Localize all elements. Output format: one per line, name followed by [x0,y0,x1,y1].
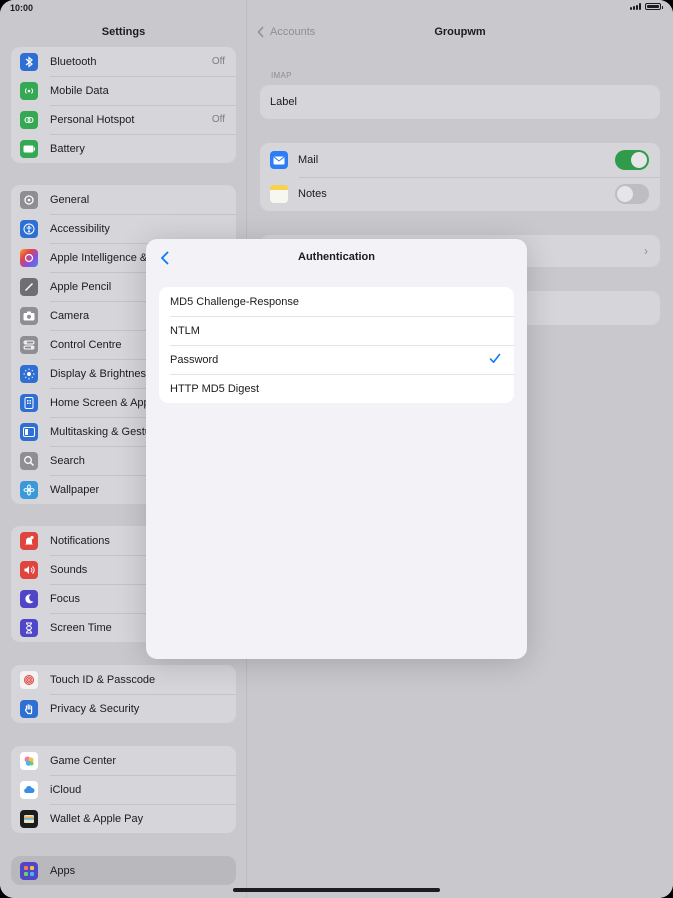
antenna-icon [20,81,38,100]
sidebar-item-label: Control Centre [50,338,122,351]
option-label: HTTP MD5 Digest [170,382,260,395]
sidebar-item-label: Camera [50,309,90,322]
sidebar-item-label: General [50,193,90,206]
sidebar-group-apps: Apps [11,856,236,885]
multitasking-icon [20,422,38,441]
wallet-icon [20,809,38,828]
sidebar-item-label: iCloud [50,783,82,796]
sidebar-item-battery[interactable]: Battery [11,134,236,163]
sidebar-title: Settings [101,26,146,38]
sidebar-item-label: Sounds [50,563,88,576]
ipad-screen: Settings Bluetooth Off Mobile Data Perso… [0,0,673,898]
option-label: MD5 Challenge-Response [170,295,300,308]
siri-icon [20,248,38,267]
option-label: Password [170,353,219,366]
section-header-imap: IMAP [271,71,292,80]
checkmark-icon [489,353,501,363]
authentication-options: MD5 Challenge-Response NTLM Password HTT… [159,287,514,403]
moon-icon [20,589,38,608]
speaker-icon [20,560,38,579]
sidebar-item-label: Notifications [50,534,110,547]
page-title: Groupwm [434,26,486,38]
notes-label: Notes [298,188,327,200]
search-icon [20,451,38,470]
sun-icon [20,364,38,383]
option-password[interactable]: Password [159,345,514,374]
sidebar-item-label: Search [50,454,85,467]
battery-status-icon [645,3,663,10]
sidebar-item-label: Display & Brightness [50,367,152,380]
label-group: Label [260,85,660,119]
mail-toggle[interactable] [615,150,649,170]
sidebar-group-services: Game Center iCloud Wallet & Apple Pay [11,746,236,833]
option-label: NTLM [170,324,200,337]
sidebar-item-label: Accessibility [50,222,110,235]
sidebar-item-mobile-data[interactable]: Mobile Data [11,76,236,105]
notes-icon [270,185,288,203]
accessibility-icon [20,219,38,238]
fingerprint-icon [20,670,38,689]
hourglass-icon [20,618,38,637]
sidebar-item-label: Wallet & Apple Pay [50,812,144,825]
sidebar-item-label: Apple Pencil [50,280,112,293]
sidebar-item-wallet[interactable]: Wallet & Apple Pay [11,804,236,833]
home-indicator[interactable] [233,888,440,892]
status-time: 10:00 [10,3,34,13]
mail-toggle-row: Mail [260,143,660,177]
camera-icon [20,306,38,325]
sidebar-item-personal-hotspot[interactable]: Personal Hotspot Off [11,105,236,134]
status-icons [630,3,663,10]
sidebar-item-label: Privacy & Security [50,702,140,715]
sidebar-item-general[interactable]: General [11,185,236,214]
label-row-text: Label [270,96,297,108]
wallpaper-icon [20,480,38,499]
apps-grid-icon [20,861,38,880]
control-centre-icon [20,335,38,354]
sidebar-item-touch-id[interactable]: Touch ID & Passcode [11,665,236,694]
sidebar-item-label: Game Center [50,754,117,767]
sidebar-item-label: Mobile Data [50,84,109,97]
pencil-icon [20,277,38,296]
bluetooth-icon [20,52,38,71]
sidebar-item-label: Personal Hotspot [50,113,135,126]
bluetooth-status: Off [211,56,225,67]
sidebar-item-game-center[interactable]: Game Center [11,746,236,775]
sidebar-item-label: Screen Time [50,621,112,634]
modal-title: Authentication [298,251,375,263]
sidebar-group-security: Touch ID & Passcode Privacy & Security [11,665,236,723]
sidebar-group-connectivity: Bluetooth Off Mobile Data Personal Hotsp… [11,47,236,163]
sidebar-item-label: Bluetooth [50,55,97,68]
option-ntlm[interactable]: NTLM [159,316,514,345]
hotspot-icon [20,110,38,129]
hand-icon [20,699,38,718]
sidebar-item-label: Wallpaper [50,483,100,496]
mail-label: Mail [298,154,319,166]
sidebar-item-label: Battery [50,142,85,155]
cloud-icon [20,780,38,799]
cellular-signal-icon [630,3,641,10]
bell-icon [20,531,38,550]
sidebar-item-label: Apps [50,864,76,877]
hotspot-status: Off [211,114,225,125]
sidebar-item-icloud[interactable]: iCloud [11,775,236,804]
chevron-right-icon: › [644,244,648,258]
notes-toggle[interactable] [615,184,649,204]
notes-toggle-row: Notes [260,177,660,211]
sidebar-item-apps[interactable]: Apps [11,856,236,885]
sidebar-item-label: Touch ID & Passcode [50,673,156,686]
sidebar-item-label: Focus [50,592,80,605]
authentication-modal: Authentication MD5 Challenge-Response NT… [146,239,527,659]
sidebar-item-privacy[interactable]: Privacy & Security [11,694,236,723]
home-screen-icon [20,393,38,412]
game-center-icon [20,751,38,770]
option-http-md5-digest[interactable]: HTTP MD5 Digest [159,374,514,403]
sidebar-item-bluetooth[interactable]: Bluetooth Off [11,47,236,76]
option-md5-challenge-response[interactable]: MD5 Challenge-Response [159,287,514,316]
services-group: Mail Notes [260,143,660,211]
label-row[interactable]: Label [260,85,660,119]
mail-icon [270,151,288,169]
gear-icon [20,190,38,209]
battery-icon [20,139,38,158]
